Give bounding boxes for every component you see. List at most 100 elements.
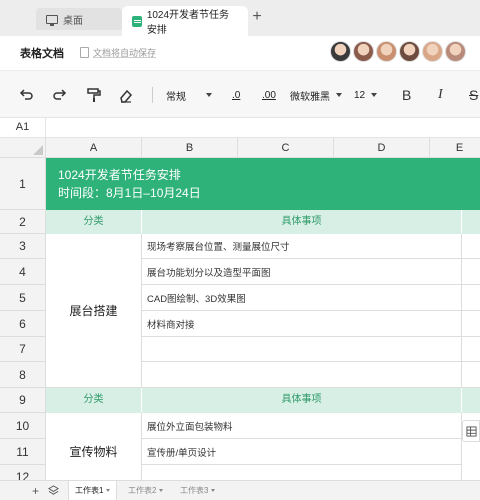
column-header-d[interactable]: D [334,138,430,158]
table-cell[interactable]: 展台功能划分以及造型平面图 [142,259,462,285]
column-header-c[interactable]: C [238,138,334,158]
sheet-tab-label: 工作表3 [180,486,209,495]
clear-format-button[interactable] [118,87,134,103]
layers-icon [48,485,59,495]
table-cell[interactable]: 现场考察展台位置、测量展位尺寸 [142,234,462,259]
spreadsheet-grid: A B C D E 1 2 3 4 5 6 7 8 9 10 11 12 102… [0,138,480,480]
avatar[interactable] [330,41,351,62]
new-tab-button[interactable]: + [248,8,266,26]
table-header-row: 分类 具体事项 [46,388,480,413]
select-all-corner[interactable] [0,138,46,158]
table-cell[interactable]: 宣传册/单页设计 [142,439,462,465]
sheet-tab-2[interactable]: 工作表2 [122,481,169,500]
sheet-tab-label: 工作表1 [75,486,104,495]
collaborator-avatars [330,41,468,62]
table-cell[interactable] [462,362,480,388]
row-header-3[interactable]: 3 [0,234,46,259]
tab-desktop[interactable]: 桌面 [36,8,122,30]
sheet-tab-bar: + 工作表1 工作表2 工作表3 [0,480,480,500]
row-header-4[interactable]: 4 [0,259,46,285]
redo-button[interactable] [52,87,68,103]
header-category[interactable]: 分类 [46,388,142,412]
side-panel-toggle[interactable] [462,420,480,442]
eraser-icon [120,89,133,103]
tab-document-label: 1024开发者节任务安排 [146,10,230,36]
table-cell[interactable] [462,234,480,259]
autosave-status: 文档将自动保存 [80,46,156,59]
decrease-decimal-button[interactable]: .0 [232,87,240,103]
cell-name-box[interactable]: A1 [0,118,46,137]
avatar[interactable] [353,41,374,62]
table-cell[interactable] [462,337,480,362]
monitor-icon [46,14,58,26]
italic-button[interactable]: I [438,87,443,103]
row-header-7[interactable]: 7 [0,337,46,362]
chevron-down-icon [206,93,212,97]
bold-button[interactable]: B [402,87,411,103]
sheet-title-band[interactable]: 1024开发者节任务安排 时间段：8月1日–10月24日 [46,158,480,210]
avatar[interactable] [445,41,466,62]
toolbar-divider [152,87,153,103]
category-cell[interactable]: 宣传物料 [46,413,142,480]
bold-icon: B [402,87,412,103]
avatar[interactable] [399,41,420,62]
table-cell[interactable]: 展位外立面包装物料 [142,413,462,439]
category-cell[interactable]: 展台搭建 [46,234,142,388]
add-sheet-button[interactable]: + [32,484,39,498]
avatar[interactable] [422,41,443,62]
row-header-12[interactable]: 12 [0,465,46,480]
font-family-select[interactable]: 微软雅黑 [290,87,342,103]
table-cell[interactable] [142,362,462,388]
row-header-6[interactable]: 6 [0,311,46,337]
tab-desktop-label: 桌面 [63,15,83,27]
row-header-1[interactable]: 1 [0,158,46,210]
table-cell[interactable] [462,311,480,337]
undo-button[interactable] [18,87,34,103]
increase-decimal-button[interactable]: .00 [262,87,276,103]
strikethrough-button[interactable]: S [469,87,478,103]
number-format-select[interactable]: 常规 [166,87,212,103]
row-header-5[interactable]: 5 [0,285,46,311]
sheet-tab-3[interactable]: 工作表3 [174,481,221,500]
column-header-b[interactable]: B [142,138,238,158]
font-size-value: 12 [354,89,366,101]
table-cell[interactable]: CAD图绘制、3D效果图 [142,285,462,311]
table-icon [465,425,477,437]
file-icon [80,47,89,58]
column-header-a[interactable]: A [46,138,142,158]
italic-icon: I [438,87,443,102]
browser-tab-strip: 桌面 1024开发者节任务安排 + [0,0,480,36]
sheet-list-button[interactable] [48,485,59,499]
sheet-title: 1024开发者节任务安排 [58,168,181,182]
number-format-value: 常规 [166,91,186,103]
row-header-9[interactable]: 9 [0,388,46,413]
header-items[interactable]: 具体事项 [142,210,462,234]
table-cell[interactable] [142,337,462,362]
undo-icon [19,89,33,100]
tab-document[interactable]: 1024开发者节任务安排 [122,6,248,36]
format-toolbar: 常规 .0 .00 微软雅黑 12 B I S [0,70,480,118]
column-header-e[interactable]: E [430,138,480,158]
autosave-text: 文档将自动保存 [93,48,157,58]
sheet-tab-label: 工作表2 [128,486,157,495]
avatar[interactable] [376,41,397,62]
font-family-value: 微软雅黑 [290,91,330,103]
table-cell[interactable]: 材料商对接 [142,311,462,337]
row-header-8[interactable]: 8 [0,362,46,388]
row-header-11[interactable]: 11 [0,439,46,465]
row-header-10[interactable]: 10 [0,413,46,439]
font-size-select[interactable]: 12 [354,87,378,103]
header-items[interactable]: 具体事项 [142,388,462,412]
table-cell[interactable] [142,465,462,480]
paint-roller-icon [87,88,101,102]
spreadsheet-icon [132,15,142,27]
strikethrough-icon: S [469,87,479,103]
row-header-2[interactable]: 2 [0,210,46,234]
format-painter-button[interactable] [86,87,102,103]
header-category[interactable]: 分类 [46,210,142,234]
table-cell[interactable] [462,259,480,285]
sheet-period: 时间段：8月1日–10月24日 [58,186,201,200]
sheet-tab-1[interactable]: 工作表1 [68,481,118,500]
table-cell[interactable] [462,285,480,311]
redo-icon [53,89,67,100]
